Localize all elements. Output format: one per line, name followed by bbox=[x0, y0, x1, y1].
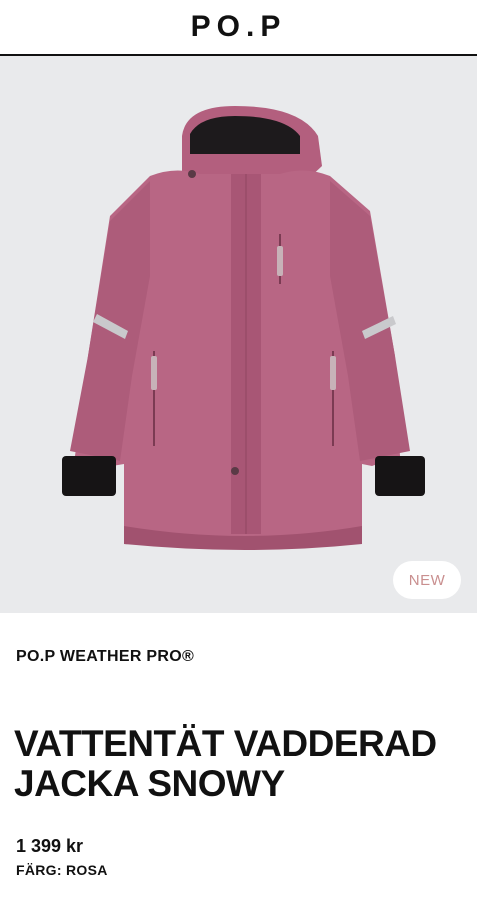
jacket-illustration bbox=[62, 106, 425, 550]
top-header: PO.P bbox=[0, 0, 477, 56]
product-price: 1 399 kr bbox=[16, 836, 84, 856]
product-brand-line[interactable]: PO.P WEATHER PRO® bbox=[16, 648, 194, 666]
product-image[interactable]: NEW bbox=[0, 56, 477, 613]
new-badge: NEW bbox=[393, 561, 461, 599]
product-title: VATTENTÄT VADDERAD JACKA SNOWY bbox=[14, 723, 437, 804]
brand-logo[interactable]: PO.P bbox=[191, 10, 287, 44]
product-color-label: FÄRG: ROSA bbox=[16, 862, 108, 878]
